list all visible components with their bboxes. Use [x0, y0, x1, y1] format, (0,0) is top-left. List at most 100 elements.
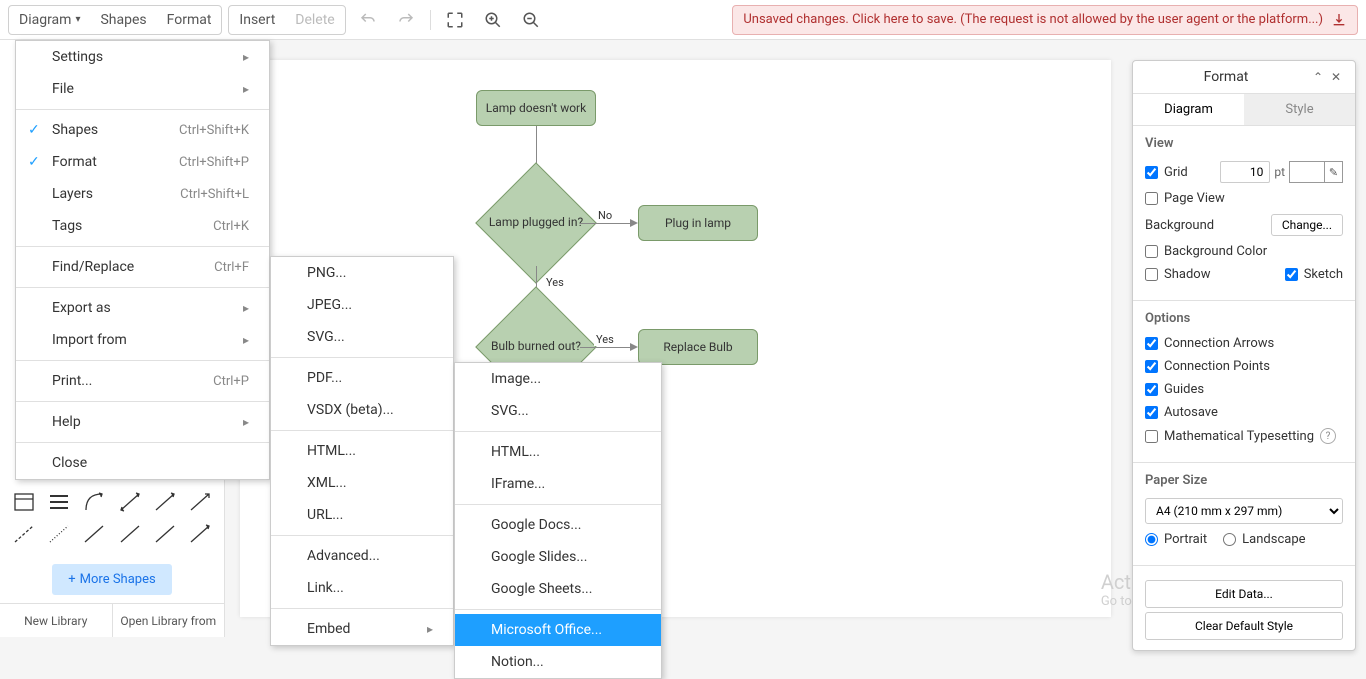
separator	[16, 287, 269, 288]
menu-format[interactable]: ✓FormatCtrl+Shift+P	[16, 146, 269, 178]
paper-size-select[interactable]: A4 (210 mm x 297 mm)	[1145, 498, 1343, 524]
landscape-radio[interactable]: Landscape	[1223, 532, 1305, 547]
section-view-title: View	[1145, 136, 1343, 151]
export-advanced[interactable]: Advanced...	[271, 540, 453, 572]
zoom-in-button[interactable]	[477, 5, 509, 35]
shape-arrow-bi[interactable]	[114, 488, 145, 516]
shape-arrow-open[interactable]	[185, 488, 216, 516]
embed-gdocs[interactable]: Google Docs...	[455, 509, 661, 541]
export-xml[interactable]: XML...	[271, 467, 453, 499]
autosave-checkbox[interactable]: Autosave	[1145, 405, 1218, 420]
top-toolbar: Diagram▾ Shapes Format Insert Delete Uns…	[0, 0, 1366, 40]
menu-export[interactable]: Export as▸	[16, 292, 269, 324]
shape-arrow[interactable]	[149, 488, 180, 516]
edge-label-yes-2: Yes	[594, 333, 616, 346]
menu-file[interactable]: File▸	[16, 73, 269, 105]
shape-line[interactable]	[79, 520, 110, 548]
export-jpeg[interactable]: JPEG...	[271, 289, 453, 321]
format-panel-title: Format	[1143, 69, 1309, 85]
shape-line3[interactable]	[149, 520, 180, 548]
zoom-fit-button[interactable]	[439, 5, 471, 35]
shapes-menu-button[interactable]: Shapes	[90, 6, 156, 34]
embed-iframe[interactable]: IFrame...	[455, 468, 661, 500]
embed-gsheets[interactable]: Google Sheets...	[455, 573, 661, 605]
pencil-icon[interactable]: ✎	[1325, 161, 1343, 183]
diagram-menu-button[interactable]: Diagram▾	[9, 6, 90, 34]
shadow-checkbox[interactable]: Shadow	[1145, 267, 1210, 282]
grid-size-input[interactable]	[1220, 161, 1270, 183]
shape-line-dot[interactable]	[43, 520, 74, 548]
edit-data-button[interactable]: Edit Data...	[1145, 580, 1343, 608]
download-icon	[1331, 12, 1347, 28]
menu-find[interactable]: Find/ReplaceCtrl+F	[16, 251, 269, 283]
node-decision-plugged[interactable]: Lamp plugged in?	[493, 180, 579, 266]
sketch-checkbox[interactable]: Sketch	[1285, 267, 1343, 282]
embed-notion[interactable]: Notion...	[455, 646, 661, 678]
menu-shapes[interactable]: ✓ShapesCtrl+Shift+K	[16, 114, 269, 146]
math-checkbox[interactable]: Mathematical Typesetting	[1145, 429, 1314, 444]
shape-list[interactable]	[43, 488, 74, 516]
menu-import[interactable]: Import from▸	[16, 324, 269, 356]
page-view-checkbox[interactable]: Page View	[1145, 191, 1225, 206]
section-options: Options Connection Arrows Connection Poi…	[1133, 300, 1355, 462]
node-plug-in[interactable]: Plug in lamp	[638, 205, 758, 241]
embed-gslides[interactable]: Google Slides...	[455, 541, 661, 573]
export-vsdx[interactable]: VSDX (beta)...	[271, 394, 453, 426]
menu-help[interactable]: Help▸	[16, 406, 269, 438]
clear-style-button[interactable]: Clear Default Style	[1145, 612, 1343, 640]
zoom-out-button[interactable]	[515, 5, 547, 35]
menu-print[interactable]: Print...Ctrl+P	[16, 365, 269, 397]
embed-image[interactable]: Image...	[455, 363, 661, 395]
open-library-button[interactable]: Open Library from	[112, 604, 225, 637]
export-svg[interactable]: SVG...	[271, 321, 453, 353]
new-library-button[interactable]: New Library	[0, 604, 112, 637]
help-icon[interactable]: ?	[1320, 428, 1336, 444]
collapse-icon[interactable]: ⌃	[1309, 70, 1327, 84]
grid-color-swatch[interactable]	[1289, 161, 1325, 183]
portrait-radio[interactable]: Portrait	[1145, 532, 1207, 547]
menu-layers[interactable]: LayersCtrl+Shift+L	[16, 178, 269, 210]
export-embed[interactable]: Embed▸	[271, 613, 453, 645]
export-url[interactable]: URL...	[271, 499, 453, 531]
menu-tags[interactable]: TagsCtrl+K	[16, 210, 269, 242]
menu-close[interactable]: Close	[16, 447, 269, 479]
shape-arrow2[interactable]	[185, 520, 216, 548]
embed-msoffice[interactable]: Microsoft Office...	[455, 614, 661, 646]
insert-button[interactable]: Insert	[229, 6, 285, 34]
export-html[interactable]: HTML...	[271, 435, 453, 467]
format-menu-button[interactable]: Format	[157, 6, 222, 34]
undo-button[interactable]	[352, 5, 384, 35]
menu-settings[interactable]: Settings▸	[16, 41, 269, 73]
shape-line2[interactable]	[114, 520, 145, 548]
more-shapes-button[interactable]: +More Shapes	[52, 564, 171, 595]
export-png[interactable]: PNG...	[271, 257, 453, 289]
tab-diagram[interactable]: Diagram	[1133, 94, 1244, 125]
shape-curve[interactable]	[79, 488, 110, 516]
check-icon: ✓	[28, 154, 40, 170]
unsaved-changes-bar[interactable]: Unsaved changes. Click here to save. (Th…	[732, 5, 1358, 35]
grid-unit: pt	[1274, 165, 1285, 179]
separator	[455, 431, 661, 432]
section-view: View Grid pt ✎ Page View BackgroundChang…	[1133, 126, 1355, 300]
tab-style[interactable]: Style	[1244, 94, 1355, 125]
separator	[271, 535, 453, 536]
shape-window[interactable]	[8, 488, 39, 516]
redo-button[interactable]	[390, 5, 422, 35]
embed-svg[interactable]: SVG...	[455, 395, 661, 427]
node-replace-bulb[interactable]: Replace Bulb	[638, 329, 758, 365]
export-link[interactable]: Link...	[271, 572, 453, 604]
conn-arrows-checkbox[interactable]: Connection Arrows	[1145, 336, 1274, 351]
bg-color-checkbox[interactable]: Background Color	[1145, 244, 1267, 259]
format-panel-tabs: Diagram Style	[1133, 94, 1355, 126]
edge-label-yes: Yes	[544, 276, 566, 289]
grid-checkbox[interactable]: Grid	[1145, 165, 1188, 180]
embed-html[interactable]: HTML...	[455, 436, 661, 468]
shape-line-dash[interactable]	[8, 520, 39, 548]
close-icon[interactable]: ✕	[1327, 70, 1345, 84]
export-pdf[interactable]: PDF...	[271, 362, 453, 394]
conn-points-checkbox[interactable]: Connection Points	[1145, 359, 1270, 374]
change-background-button[interactable]: Change...	[1271, 214, 1343, 236]
node-start[interactable]: Lamp doesn't work	[476, 90, 596, 126]
guides-checkbox[interactable]: Guides	[1145, 382, 1204, 397]
separator	[16, 442, 269, 443]
